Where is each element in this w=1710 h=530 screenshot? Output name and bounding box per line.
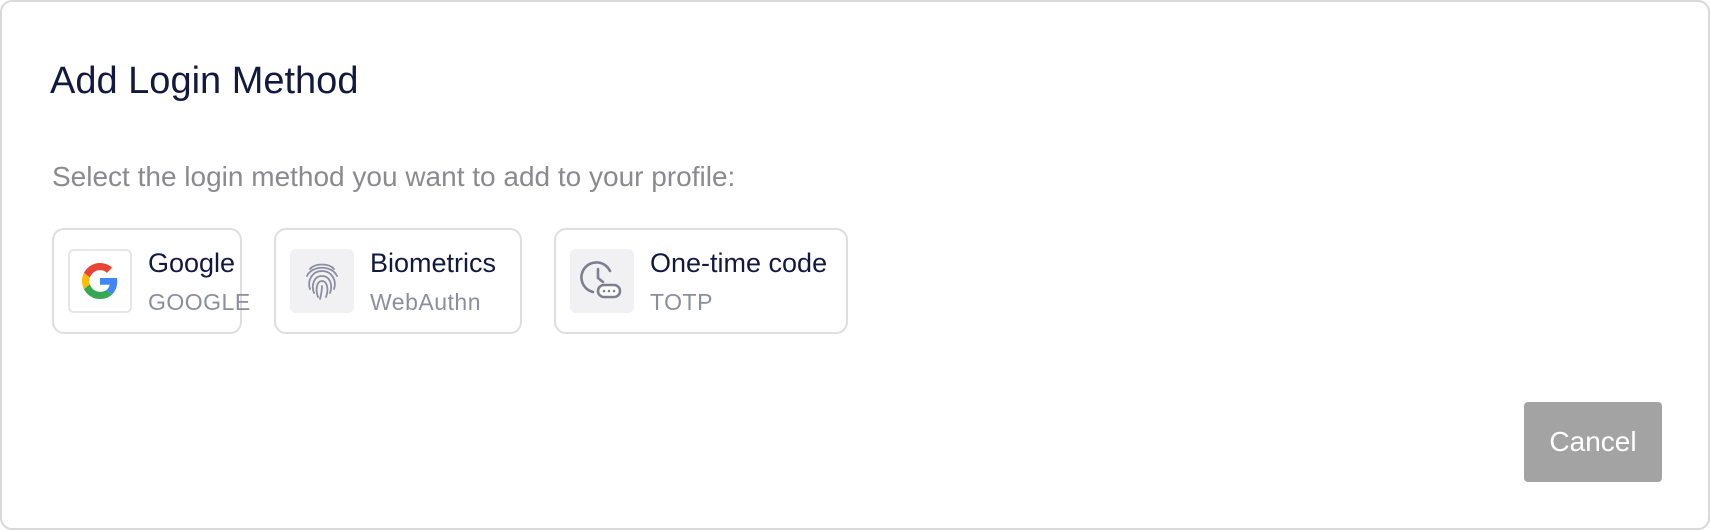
- google-icon: [68, 249, 132, 313]
- method-type: WebAuthn: [370, 289, 481, 315]
- clock-code-icon: [570, 249, 634, 313]
- add-login-method-dialog: Add Login Method Select the login method…: [0, 0, 1710, 530]
- method-card-google[interactable]: Google GOOGLE: [52, 228, 250, 334]
- dialog-title: Add Login Method: [50, 60, 359, 102]
- dialog-subtitle: Select the login method you want to add …: [52, 161, 736, 192]
- method-type: GOOGLE: [148, 289, 251, 315]
- method-name: Google: [148, 248, 236, 278]
- method-type: TOTP: [650, 289, 713, 315]
- fingerprint-icon: [290, 249, 354, 313]
- cancel-button[interactable]: Cancel: [1524, 402, 1662, 482]
- method-name: Biometrics: [370, 248, 497, 278]
- login-method-list: Google GOOGLE Biometrics WebAuthn One-ti…: [52, 228, 848, 334]
- method-text-google: Google GOOGLE: [148, 246, 251, 316]
- method-text-one-time-code: One-time code TOTP: [650, 246, 827, 316]
- method-text-biometrics: Biometrics WebAuthn: [370, 246, 496, 316]
- method-name: One-time code: [650, 248, 828, 278]
- method-card-one-time-code[interactable]: One-time code TOTP: [554, 228, 848, 334]
- method-card-biometrics[interactable]: Biometrics WebAuthn: [274, 228, 522, 334]
